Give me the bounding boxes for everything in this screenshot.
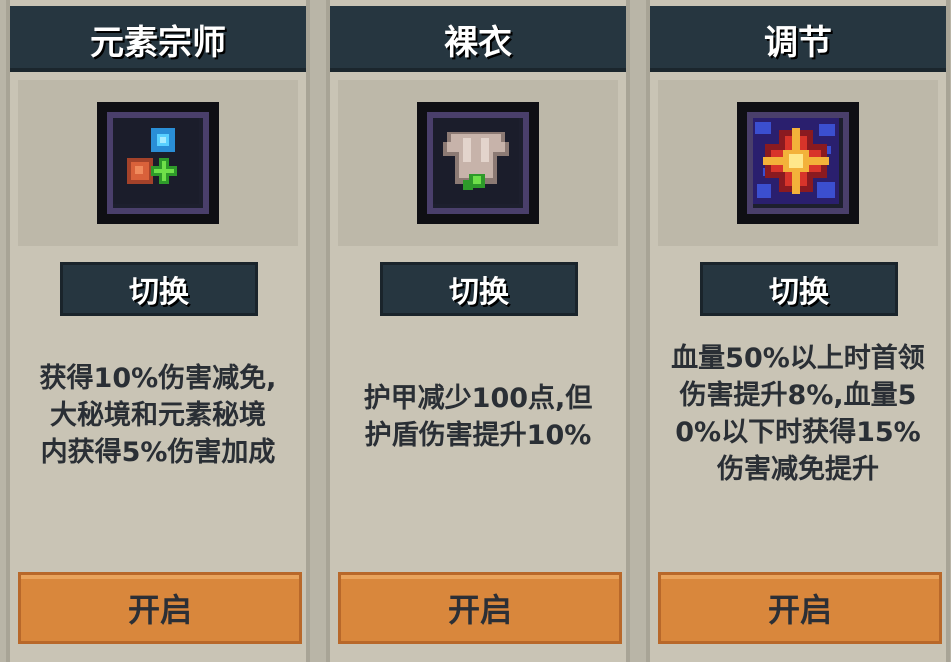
description-line: 获得10%伤害减免,: [39, 363, 277, 394]
open-button[interactable]: 开启: [18, 572, 302, 644]
icon-panel: [658, 80, 938, 246]
card-description: 护甲减少100点,但 护盾伤害提升10%: [330, 380, 626, 454]
icon-panel: [18, 80, 298, 246]
description-line: 伤害提升8%,血量5: [679, 380, 917, 411]
open-button[interactable]: 开启: [338, 572, 622, 644]
switch-button[interactable]: 切换: [700, 262, 898, 316]
description-line: 护甲减少100点,但: [363, 383, 593, 414]
description-line: 伤害减免提升: [717, 454, 879, 485]
icon-panel: [338, 80, 618, 246]
open-button[interactable]: 开启: [658, 572, 942, 644]
talent-card-adjust: 调节 切换 血量50%以上时首领 伤害提升8%,血量5 0%以下时获得15% 伤…: [646, 0, 950, 662]
description-line: 0%以下时获得15%: [675, 417, 921, 448]
bare-tunic-icon: [417, 102, 539, 224]
description-line: 护盾伤害提升10%: [364, 420, 592, 451]
card-title: 元素宗师: [10, 6, 306, 72]
card-title: 调节: [650, 6, 946, 72]
card-title: 裸衣: [330, 6, 626, 72]
card-description: 血量50%以上时首领 伤害提升8%,血量5 0%以下时获得15% 伤害减免提升: [650, 340, 946, 488]
talent-card-element-master: 元素宗师 切换 获得10%伤害减免, 大秘境和元素秘境 内获得5%伤害加成 开启: [6, 0, 310, 662]
star-burst-icon: [737, 102, 859, 224]
switch-button[interactable]: 切换: [380, 262, 578, 316]
description-line: 内获得5%伤害加成: [40, 437, 276, 468]
description-line: 血量50%以上时首领: [671, 343, 925, 374]
element-orbs-icon: [97, 102, 219, 224]
switch-button[interactable]: 切换: [60, 262, 258, 316]
description-line: 大秘境和元素秘境: [50, 400, 266, 431]
talent-card-bare-tunic: 裸衣 切换 护甲减少100点,但 护盾伤害提升10% 开启: [326, 0, 630, 662]
card-description: 获得10%伤害减免, 大秘境和元素秘境 内获得5%伤害加成: [10, 360, 306, 471]
